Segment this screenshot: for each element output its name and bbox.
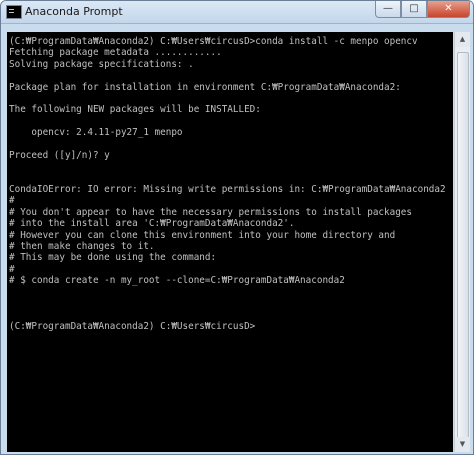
console-output[interactable]: (C:₩ProgramData₩Anaconda2) C:₩Users₩circ… [7,32,453,452]
console-line: Proceed ([y]/n)? y [9,149,110,161]
console-app-icon[interactable] [6,5,22,19]
console-line: # However you can clone this environment… [9,229,396,241]
maximize-button[interactable]: □ [401,1,427,18]
console-line: # This may be done using the command: [9,252,217,264]
console-line: CondaIOError: IO error: Missing write pe… [9,184,446,196]
console-line: The following NEW packages will be INSTA… [9,104,261,116]
console-line: # You don't appear to have the necessary… [9,206,412,218]
console-line: (C:₩ProgramData₩Anaconda2) C:₩Users₩circ… [9,36,418,47]
minimize-button[interactable]: — [375,1,401,18]
console-line: # [9,263,15,275]
console-line: # into the install area 'C:₩ProgramData₩… [9,218,295,230]
console-line: Solving package specifications: . [9,58,194,70]
scrollbar-thumb[interactable] [457,52,469,448]
console-text: (C:₩ProgramData₩Anaconda2) C:₩Users₩circ… [9,36,446,332]
anaconda-prompt-window: Anaconda Prompt — □ ✕ (C:₩ProgramData₩An… [0,0,474,455]
console-line: # then make changes to it. [9,241,155,253]
console-line: # [9,195,15,207]
scroll-down-arrow-icon[interactable]: ▼ [455,437,470,452]
console-line: Package plan for installation in environ… [9,81,401,93]
console-line: # $ conda create -n my_root --clone=C:₩P… [9,275,345,287]
window-controls: — □ ✕ [375,1,470,19]
close-button[interactable]: ✕ [427,1,470,18]
console-line: opencv: 2.4.11-py27_1 menpo [9,127,183,139]
console-line: Fetching package metadata ............ [9,47,222,59]
console-line: (C:₩ProgramData₩Anaconda2) C:₩Users₩circ… [9,320,256,332]
vertical-scrollbar[interactable]: ▲ ▼ [454,32,470,452]
scroll-up-arrow-icon[interactable]: ▲ [455,32,470,47]
title-bar[interactable]: Anaconda Prompt — □ ✕ [1,1,473,24]
window-title: Anaconda Prompt [25,5,123,18]
